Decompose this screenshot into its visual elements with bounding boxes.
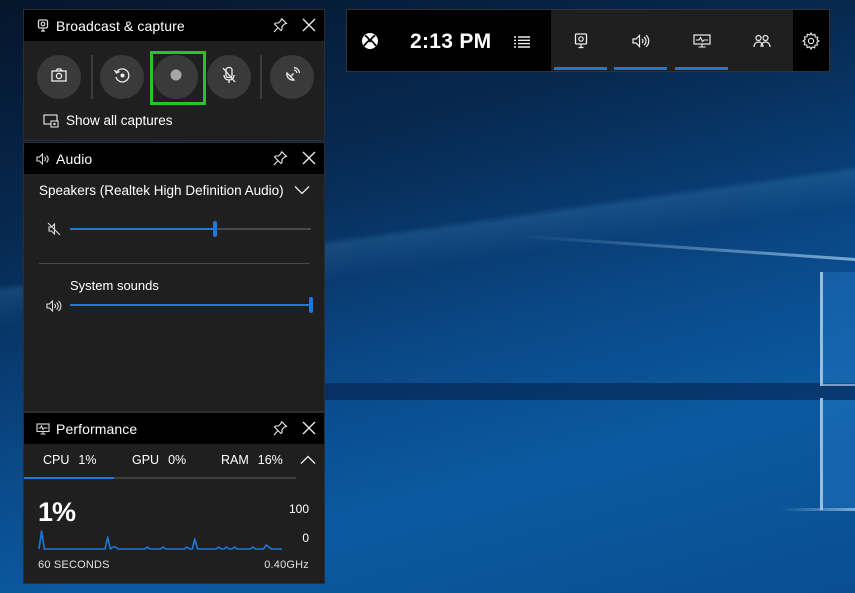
gallery-icon bbox=[43, 113, 59, 128]
active-tab-indicator bbox=[24, 477, 114, 479]
list-menu-icon[interactable] bbox=[511, 31, 533, 53]
divider bbox=[39, 263, 310, 264]
widget-launcher bbox=[551, 10, 793, 71]
desktop-wallpaper-light bbox=[820, 272, 823, 386]
widget-performance[interactable] bbox=[672, 10, 732, 71]
pin-icon[interactable] bbox=[272, 17, 288, 33]
master-volume-slider[interactable] bbox=[70, 221, 311, 237]
slider-thumb[interactable] bbox=[309, 297, 313, 313]
replay-icon bbox=[113, 66, 131, 89]
desktop-wallpaper-band bbox=[325, 383, 855, 400]
slider-fill bbox=[70, 228, 215, 230]
start-recording-button[interactable] bbox=[154, 55, 198, 99]
start-broadcast-button[interactable] bbox=[270, 55, 314, 99]
game-bar-home-section: 2:13 PM bbox=[347, 10, 551, 71]
capture-icon bbox=[36, 19, 50, 33]
monitor-chart-icon bbox=[36, 422, 50, 436]
camera-icon bbox=[51, 67, 67, 87]
clock: 2:13 PM bbox=[410, 30, 492, 53]
widget-xbox-social[interactable] bbox=[732, 10, 792, 71]
monitor-chart-icon bbox=[693, 32, 711, 50]
show-all-captures-link[interactable]: Show all captures bbox=[43, 113, 173, 128]
chevron-down-icon bbox=[294, 183, 310, 198]
panel-header[interactable]: Broadcast & capture bbox=[24, 10, 324, 41]
record-last-30-seconds-button[interactable] bbox=[100, 55, 144, 99]
divider bbox=[260, 55, 262, 99]
divider bbox=[91, 55, 93, 99]
slider-thumb[interactable] bbox=[212, 221, 217, 237]
speaker-icon bbox=[632, 32, 650, 50]
audio-panel: Audio Speakers (Realtek High Definition … bbox=[23, 142, 325, 412]
speaker-icon[interactable] bbox=[46, 298, 62, 314]
tab-cpu[interactable]: CPU 1% bbox=[43, 453, 96, 467]
widget-audio[interactable] bbox=[611, 10, 671, 71]
mic-off-icon bbox=[221, 66, 237, 89]
close-icon[interactable] bbox=[301, 420, 317, 436]
desktop-wallpaper-pane bbox=[823, 272, 855, 384]
axis-min-label: 0 bbox=[302, 531, 309, 545]
output-device-select[interactable]: Speakers (Realtek High Definition Audio) bbox=[39, 183, 310, 198]
cpu-usage-graph bbox=[38, 530, 282, 550]
show-all-captures-label: Show all captures bbox=[66, 113, 173, 128]
panel-title: Broadcast & capture bbox=[56, 17, 185, 34]
tab-value: 1% bbox=[78, 453, 97, 467]
mute-toggle-speaker-muted-icon[interactable] bbox=[46, 221, 62, 237]
pin-icon[interactable] bbox=[272, 150, 288, 166]
settings-section bbox=[793, 10, 829, 71]
widget-broadcast-capture[interactable] bbox=[551, 10, 611, 71]
close-icon[interactable] bbox=[301, 17, 317, 33]
slider-fill bbox=[70, 304, 311, 306]
desktop-wallpaper-light bbox=[823, 384, 855, 386]
microphone-toggle-button[interactable] bbox=[207, 55, 251, 99]
panel-title: Performance bbox=[56, 420, 138, 437]
clock-speed-label: 0.40GHz bbox=[264, 559, 309, 571]
desktop-wallpaper-pane bbox=[823, 400, 855, 508]
tab-ram[interactable]: RAM 16% bbox=[221, 453, 283, 467]
capture-icon bbox=[572, 32, 590, 50]
record-dot-icon bbox=[170, 68, 182, 86]
desktop-wallpaper-light bbox=[520, 234, 855, 261]
panel-header[interactable]: Performance bbox=[24, 413, 324, 444]
people-icon bbox=[753, 32, 771, 50]
chevron-up-icon[interactable] bbox=[300, 452, 316, 468]
active-indicator bbox=[554, 67, 607, 70]
tab-gpu[interactable]: GPU 0% bbox=[132, 453, 186, 467]
desktop-wallpaper-light bbox=[780, 508, 855, 511]
screenshot-button[interactable] bbox=[37, 55, 81, 99]
panel-title: Audio bbox=[56, 150, 93, 167]
system-sounds-volume-slider[interactable] bbox=[70, 297, 313, 313]
tab-label: RAM bbox=[221, 453, 249, 467]
gear-icon[interactable] bbox=[800, 30, 822, 52]
speaker-icon bbox=[36, 152, 50, 166]
duration-label: 60 SECONDS bbox=[38, 559, 110, 571]
broadcast-icon bbox=[283, 66, 301, 89]
output-device-label: Speakers (Realtek High Definition Audio) bbox=[39, 183, 284, 198]
xbox-logo-icon[interactable] bbox=[359, 30, 381, 52]
tab-label: CPU bbox=[43, 453, 70, 467]
tab-value: 16% bbox=[257, 453, 283, 467]
tab-value: 0% bbox=[168, 453, 187, 467]
game-bar: 2:13 PM bbox=[346, 9, 830, 72]
tab-label: GPU bbox=[132, 453, 160, 467]
panel-header[interactable]: Audio bbox=[24, 143, 324, 174]
desktop-wallpaper-light bbox=[820, 398, 823, 510]
performance-tabs: CPU 1% GPU 0% RAM 16% bbox=[24, 444, 324, 480]
active-indicator bbox=[614, 67, 667, 70]
axis-max-label: 100 bbox=[288, 502, 309, 516]
broadcast-capture-panel: Broadcast & capture Show all captures bbox=[23, 9, 325, 141]
active-indicator bbox=[675, 67, 728, 70]
app-volume-label: System sounds bbox=[70, 278, 159, 293]
pin-icon[interactable] bbox=[272, 420, 288, 436]
cpu-usage-line bbox=[38, 530, 282, 550]
current-usage-value: 1% bbox=[38, 497, 76, 527]
close-icon[interactable] bbox=[301, 150, 317, 166]
performance-panel: Performance CPU 1% GPU 0% RAM 16% 1% 100 0 … bbox=[23, 412, 325, 584]
